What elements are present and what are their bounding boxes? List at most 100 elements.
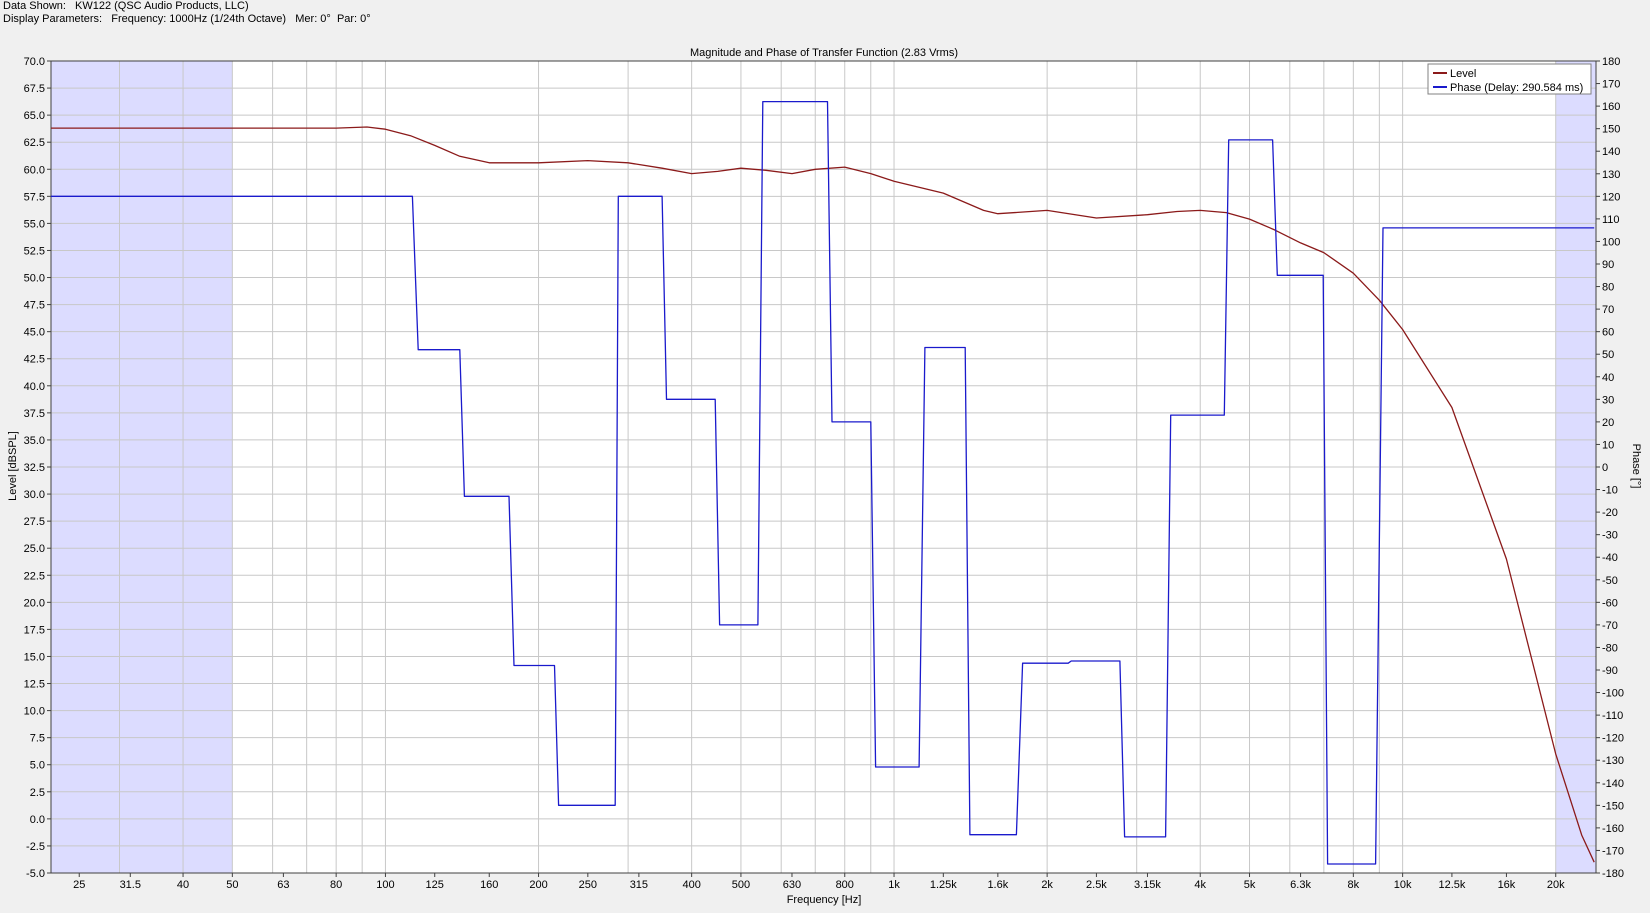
y-tick-label: 32.5	[24, 462, 45, 474]
x-tick-label: 100	[376, 879, 394, 891]
y2-tick-label: 140	[1602, 146, 1620, 158]
y-tick-label: 22.5	[24, 570, 45, 582]
y2-tick-label: -180	[1602, 868, 1624, 880]
y-tick-label: 42.5	[24, 354, 45, 366]
y-tick-label: 35.0	[24, 435, 45, 447]
x-tick-label: 630	[783, 879, 801, 891]
y-tick-label: 37.5	[24, 408, 45, 420]
y-tick-label: 52.5	[24, 245, 45, 257]
x-tick-label: 3.15k	[1134, 879, 1161, 891]
x-tick-label: 250	[579, 879, 597, 891]
y2-tick-label: -100	[1602, 688, 1624, 700]
y-tick-label: 12.5	[24, 679, 45, 691]
y-tick-label: 62.5	[24, 137, 45, 149]
x-tick-label: 10k	[1394, 879, 1412, 891]
x-tick-label: 500	[732, 879, 750, 891]
x-axis-label: Frequency [Hz]	[787, 894, 862, 906]
y2-tick-label: 100	[1602, 236, 1620, 248]
y2-tick-label: -140	[1602, 778, 1624, 790]
y-tick-label: 10.0	[24, 706, 45, 718]
x-tick-label: 200	[529, 879, 547, 891]
y-tick-label: 15.0	[24, 651, 45, 663]
transfer-function-chart: Magnitude and Phase of Transfer Function…	[7, 47, 1642, 906]
y2-tick-label: -30	[1602, 530, 1618, 542]
legend-entry: Phase (Delay: 290.584 ms)	[1450, 82, 1583, 94]
y2-tick-label: 120	[1602, 191, 1620, 203]
chart-title: Magnitude and Phase of Transfer Function…	[690, 47, 958, 59]
x-tick-label: 800	[836, 879, 854, 891]
y-tick-label: 5.0	[30, 760, 45, 772]
y-tick-label: -5.0	[26, 868, 45, 880]
y-tick-label: 0.0	[30, 814, 45, 826]
y2-tick-label: -150	[1602, 800, 1624, 812]
y2-tick-label: 170	[1602, 79, 1620, 91]
y2-tick-label: -80	[1602, 642, 1618, 654]
y2-tick-label: 50	[1602, 349, 1614, 361]
plot-area: 25 31.5 40 50 63 80 100 125 160 200 250 315 400 500 63…	[24, 56, 1624, 891]
y2-tick-label: 150	[1602, 124, 1620, 136]
x-tick-label: 25	[73, 879, 85, 891]
y-tick-label: 65.0	[24, 110, 45, 122]
y2-tick-label: -160	[1602, 823, 1624, 835]
y2-tick-label: 70	[1602, 304, 1614, 316]
x-tick-label: 5k	[1244, 879, 1256, 891]
y2-tick-label: -20	[1602, 507, 1618, 519]
y2-tick-label: 10	[1602, 439, 1614, 451]
y2-tick-label: 40	[1602, 372, 1614, 384]
y2-tick-label: -130	[1602, 755, 1624, 767]
y2-tick-label: 0	[1602, 462, 1608, 474]
x-tick-label: 31.5	[120, 879, 141, 891]
y2-tick-label: -120	[1602, 733, 1624, 745]
y-axis-label: Level [dBSPL]	[7, 431, 19, 501]
y2-tick-label: 130	[1602, 169, 1620, 181]
y-tick-label: 67.5	[24, 83, 45, 95]
x-tick-label: 2.5k	[1086, 879, 1107, 891]
y2-tick-label: 30	[1602, 394, 1614, 406]
x-tick-label: 2k	[1041, 879, 1053, 891]
y-tick-label: 45.0	[24, 327, 45, 339]
y2-axis-label: Phase [°]	[1630, 444, 1642, 489]
x-tick-label: 4k	[1194, 879, 1206, 891]
y-tick-label: 27.5	[24, 516, 45, 528]
y2-tick-label: 180	[1602, 56, 1620, 68]
y-tick-label: 2.5	[30, 787, 45, 799]
y2-tick-label: -10	[1602, 485, 1618, 497]
x-tick-label: 1k	[888, 879, 900, 891]
y2-tick-label: -110	[1602, 710, 1623, 722]
y2-tick-label: -90	[1602, 665, 1618, 677]
x-tick-label: 16k	[1498, 879, 1516, 891]
x-tick-label: 400	[682, 879, 700, 891]
x-tick-label: 80	[330, 879, 342, 891]
y2-tick-label: 20	[1602, 417, 1614, 429]
legend-entry: Level	[1450, 68, 1476, 80]
y2-tick-label: -40	[1602, 552, 1618, 564]
y2-tick-label: 90	[1602, 259, 1614, 271]
y2-tick-label: 80	[1602, 282, 1614, 294]
x-tick-label: 315	[630, 879, 648, 891]
y-tick-label: 20.0	[24, 597, 45, 609]
y2-tick-label: 60	[1602, 327, 1614, 339]
x-tick-label: 160	[480, 879, 498, 891]
y-tick-label: 40.0	[24, 381, 45, 393]
y2-tick-label: -170	[1602, 845, 1624, 857]
y2-tick-label: -60	[1602, 597, 1618, 609]
x-tick-label: 50	[226, 879, 238, 891]
y-tick-label: 70.0	[24, 56, 45, 68]
x-tick-label: 63	[277, 879, 289, 891]
y-tick-label: 7.5	[30, 733, 45, 745]
legend: Level Phase (Delay: 290.584 ms)	[1427, 63, 1592, 95]
x-tick-label: 12.5k	[1438, 879, 1465, 891]
x-tick-label: 8k	[1348, 879, 1360, 891]
y-tick-label: 25.0	[24, 543, 45, 555]
y2-tick-label: -50	[1602, 575, 1618, 587]
x-tick-label: 40	[177, 879, 189, 891]
y-tick-label: 55.0	[24, 218, 45, 230]
y-tick-label: -2.5	[26, 841, 45, 853]
x-tick-label: 20k	[1547, 879, 1565, 891]
y-tick-label: 47.5	[24, 300, 45, 312]
x-tick-label: 6.3k	[1290, 879, 1311, 891]
y2-tick-label: 160	[1602, 101, 1620, 113]
x-tick-label: 1.25k	[930, 879, 957, 891]
y-tick-label: 57.5	[24, 191, 45, 203]
y2-tick-label: -70	[1602, 620, 1618, 632]
